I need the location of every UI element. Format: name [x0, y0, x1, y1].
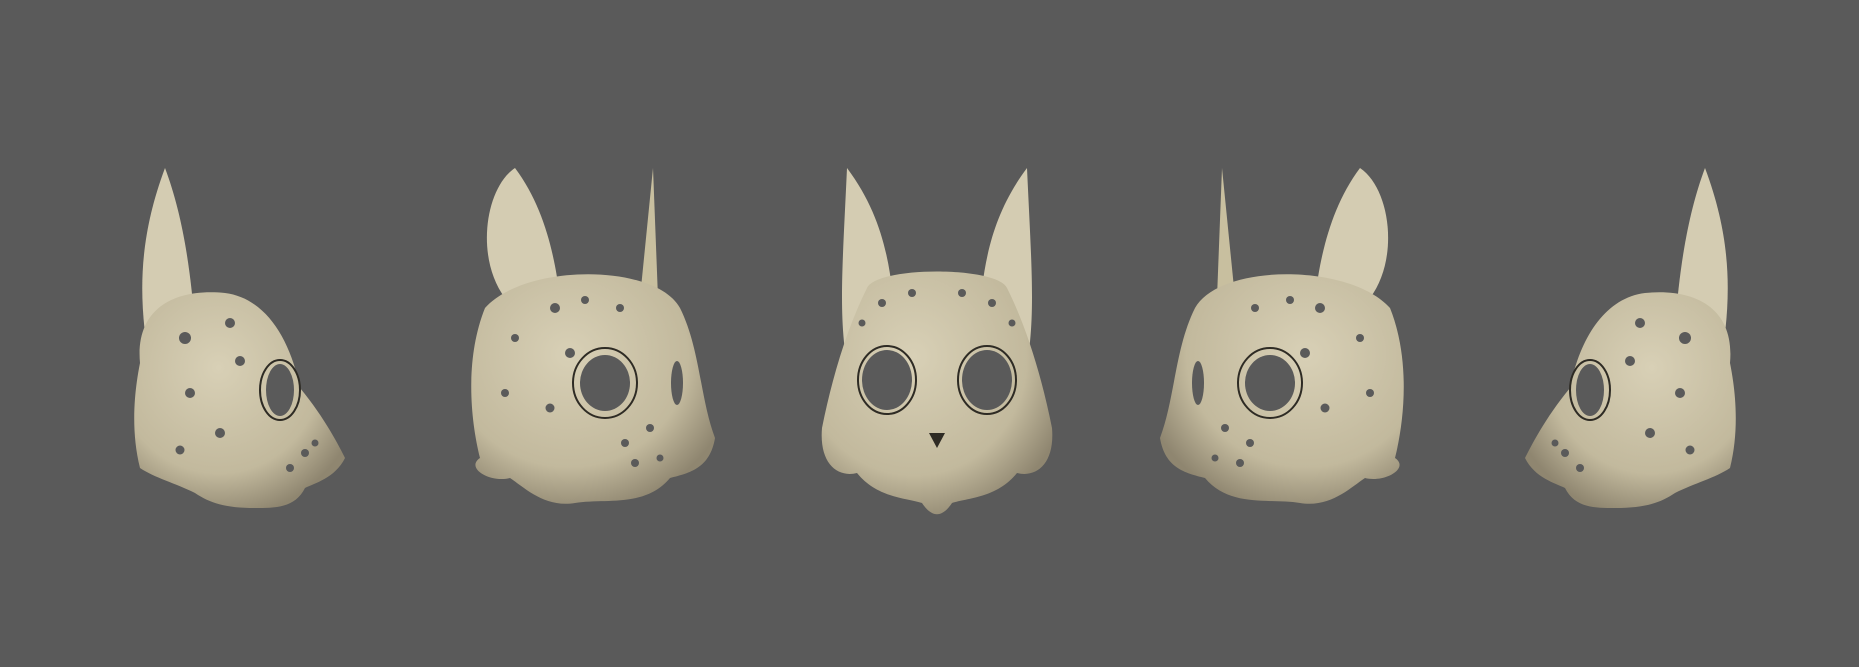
mask-view-left-three-quarter [470, 167, 716, 505]
mask-view-left-profile [133, 167, 346, 509]
mask-view-right-profile [1524, 167, 1737, 509]
mask-view-front [820, 167, 1054, 516]
render-viewport [0, 0, 1859, 667]
mask-render [133, 167, 1737, 516]
mask-view-right-three-quarter [1159, 167, 1405, 505]
